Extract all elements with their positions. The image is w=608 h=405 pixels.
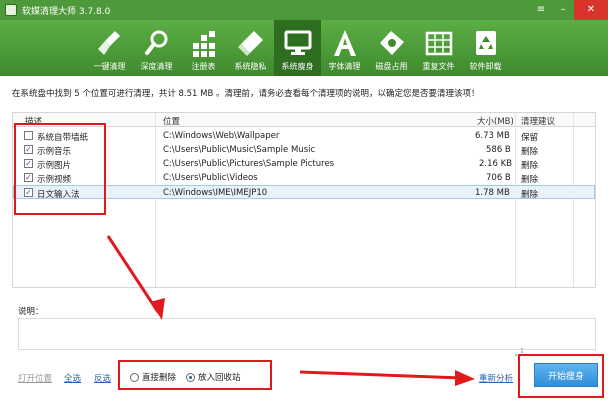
row-advice: 删除 bbox=[521, 190, 539, 200]
tab-label: 软件卸载 bbox=[469, 62, 502, 71]
close-button[interactable]: ✕ bbox=[574, 0, 608, 20]
tab-label: 字体清理 bbox=[328, 62, 361, 71]
magnifier-icon bbox=[144, 30, 167, 55]
row-advice: 删除 bbox=[521, 147, 539, 157]
arrow-down-head bbox=[150, 298, 165, 320]
description-box bbox=[18, 318, 596, 350]
row-location: C:\Users\Public\Pictures\Sample Pictures bbox=[163, 159, 335, 169]
row-size: 586 B bbox=[486, 145, 511, 155]
tab-registry[interactable]: 注册表 bbox=[180, 20, 227, 76]
tab-label: 系统瘦身 bbox=[281, 62, 314, 71]
tab-disk-usage[interactable]: 磁盘占用 bbox=[368, 20, 415, 76]
tab-label: 系统隐私 bbox=[234, 62, 267, 71]
eraser-icon bbox=[237, 31, 263, 56]
row-location: C:\Windows\Web\Wallpaper bbox=[163, 131, 280, 141]
app-logo-icon bbox=[5, 4, 17, 16]
tab-one-click-clean[interactable]: 一键清理 bbox=[86, 20, 133, 76]
description-label: 说明： bbox=[18, 307, 44, 317]
tab-label: 深度清理 bbox=[140, 62, 173, 71]
row-size: 6.73 MB bbox=[475, 131, 510, 141]
tab-uninstall[interactable]: 软件卸载 bbox=[462, 20, 509, 76]
row-advice: 保留 bbox=[521, 133, 539, 143]
disk-tag-icon bbox=[379, 31, 404, 55]
column-location[interactable]: 位置 bbox=[163, 115, 180, 127]
row-size: 706 B bbox=[486, 173, 511, 183]
arrow-right-head bbox=[455, 370, 475, 386]
tab-label: 磁盘占用 bbox=[375, 62, 408, 71]
tab-privacy[interactable]: 系统隐私 bbox=[227, 20, 274, 76]
tab-font-clean[interactable]: 字体清理 bbox=[321, 20, 368, 76]
main-toolbar: 一键清理 深度清理 注册表 系统隐私 系统瘦身 字体清理 磁盘占用 重复文件 软… bbox=[0, 20, 608, 76]
monitor-icon bbox=[284, 30, 311, 55]
tab-label: 一键清理 bbox=[93, 62, 126, 71]
rescan-link[interactable]: 重新分析 bbox=[479, 372, 513, 384]
menu-button[interactable]: ≡ bbox=[530, 0, 552, 20]
invert-selection-link[interactable]: 反选 bbox=[94, 372, 111, 384]
tab-label: 重复文件 bbox=[422, 62, 455, 71]
window-controls: ≡ – ✕ bbox=[530, 0, 608, 20]
annotation-box-items bbox=[14, 123, 106, 215]
row-size: 2.16 KB bbox=[479, 159, 513, 169]
row-location: C:\Users\Public\Music\Sample Music bbox=[163, 145, 316, 155]
row-advice: 删除 bbox=[521, 161, 539, 171]
annotation-box-button bbox=[518, 354, 604, 398]
row-location: C:\Windows\IME\IMEJP10 bbox=[163, 188, 268, 198]
row-advice: 删除 bbox=[521, 175, 539, 185]
tab-duplicate-files[interactable]: 重复文件 bbox=[415, 20, 462, 76]
title-bar: 软媒清理大师 3.7.8.0 ≡ – ✕ bbox=[0, 0, 608, 20]
row-size: 1.78 MB bbox=[475, 188, 510, 198]
recycle-bin-icon bbox=[475, 31, 496, 55]
app-title: 软媒清理大师 3.7.8.0 bbox=[22, 6, 111, 17]
tab-system-slim[interactable]: 系统瘦身 bbox=[274, 20, 321, 76]
scan-summary: 在系统盘中找到 5 个位置可进行清理，共计 8.51 MB 。清理前，请务必查看… bbox=[12, 89, 480, 99]
column-advice[interactable]: 清理建议 bbox=[521, 115, 555, 127]
broom-icon bbox=[97, 31, 120, 55]
column-size[interactable]: 大小(MB) bbox=[477, 115, 514, 127]
select-all-link[interactable]: 全选 bbox=[64, 372, 81, 384]
annotation-box-options bbox=[118, 360, 272, 390]
row-location: C:\Users\Public\Videos bbox=[163, 173, 258, 183]
duplicate-grid-icon bbox=[425, 31, 452, 56]
arrow-right bbox=[299, 370, 463, 380]
tab-label: 注册表 bbox=[191, 62, 216, 71]
minimize-button[interactable]: – bbox=[552, 0, 574, 20]
open-location-link[interactable]: 打开位置 bbox=[18, 372, 52, 384]
font-a-icon bbox=[333, 30, 356, 56]
tab-deep-clean[interactable]: 深度清理 bbox=[133, 20, 180, 76]
registry-grid-icon bbox=[192, 31, 215, 57]
